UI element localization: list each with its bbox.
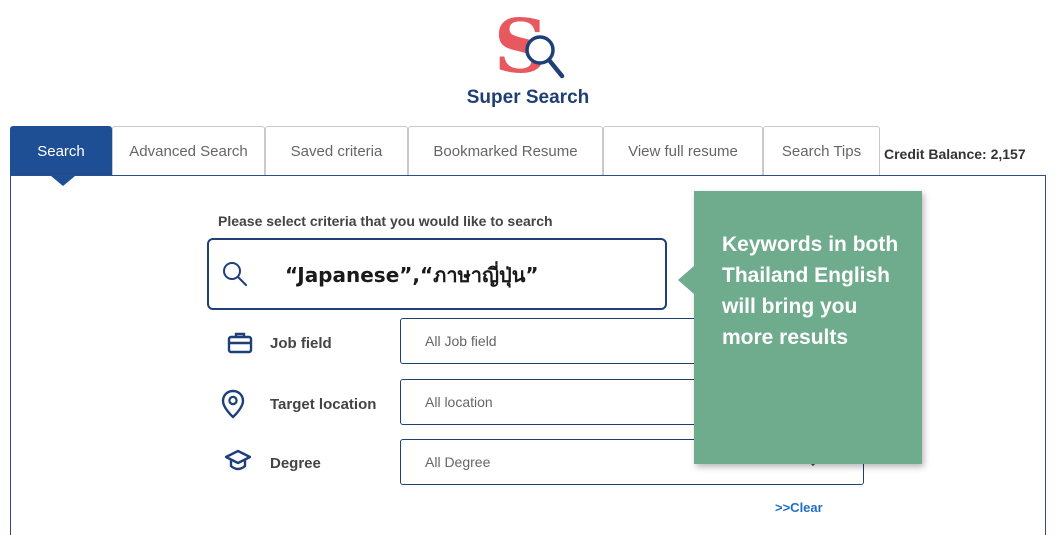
search-prompt: Please select criteria that you would li… (218, 213, 553, 229)
location-value: All location (425, 394, 493, 410)
job-field-label: Job field (270, 335, 332, 352)
keyword-input[interactable] (285, 258, 645, 292)
tab-bookmarked-resume[interactable]: Bookmarked Resume (408, 126, 603, 176)
tab-advanced-search[interactable]: Advanced Search (112, 126, 265, 176)
job-field-value: All Job field (425, 333, 497, 349)
degree-value: All Degree (425, 454, 491, 470)
location-pin-icon (221, 389, 245, 419)
clear-link[interactable]: >>Clear (775, 500, 823, 515)
tab-saved-criteria[interactable]: Saved criteria (265, 126, 408, 176)
keyword-search-box[interactable] (207, 238, 667, 310)
target-location-label: Target location (270, 396, 377, 413)
tab-view-full-resume[interactable]: View full resume (603, 126, 763, 176)
tab-search[interactable]: Search (10, 126, 112, 186)
keyword-tip-tooltip: Keywords in both Thailand English will b… (678, 191, 922, 464)
tooltip-text: Keywords in both Thailand English will b… (722, 233, 899, 349)
degree-label: Degree (270, 455, 321, 472)
brand-title: Super Search (466, 87, 590, 108)
search-icon (223, 262, 247, 286)
credit-balance: Credit Balance: 2,157 (884, 146, 1026, 162)
tab-search-tips[interactable]: Search Tips (763, 126, 880, 176)
super-search-logo: S (494, 10, 565, 82)
graduation-cap-icon (225, 449, 251, 471)
briefcase-icon (227, 332, 253, 354)
